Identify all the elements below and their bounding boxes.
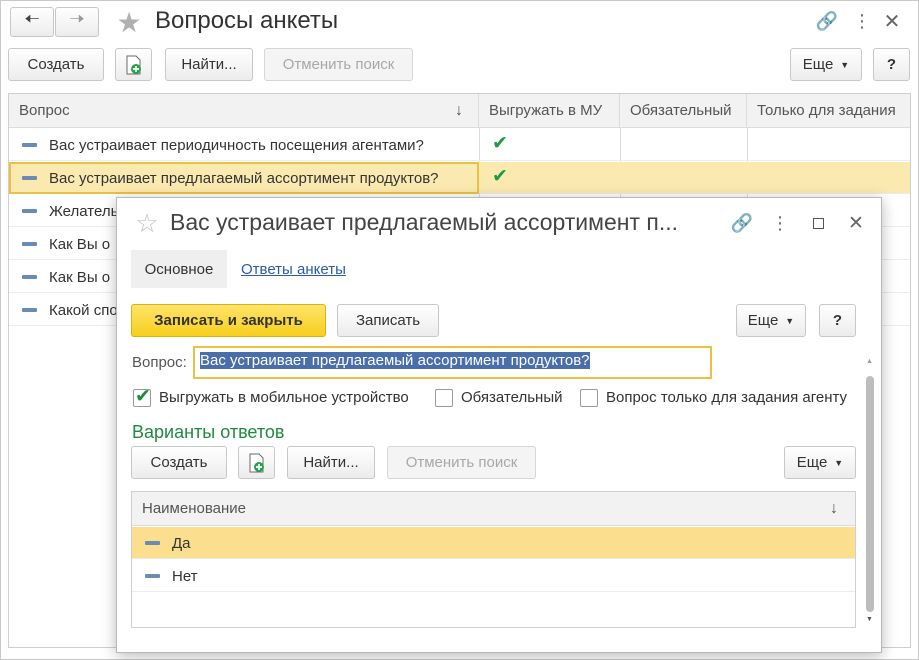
forward-button[interactable]: 🠢: [55, 7, 99, 37]
question-label: Вопрос:: [132, 354, 187, 371]
close-icon[interactable]: ✕: [879, 8, 905, 34]
agent-only-checkbox[interactable]: [580, 389, 598, 407]
answers-cancel-search-button[interactable]: Отменить поиск: [387, 446, 536, 479]
save-and-close-button[interactable]: Записать и закрыть: [131, 304, 326, 337]
row-text: Да: [172, 534, 191, 552]
scroll-down-icon[interactable]: ▼: [866, 616, 873, 623]
more-button[interactable]: Еще ▼: [790, 48, 862, 81]
scroll-up-icon[interactable]: ▲: [866, 358, 873, 365]
item-icon: [22, 308, 37, 312]
required-checkbox[interactable]: [435, 389, 453, 407]
dialog-title: Вас устраивает предлагаемый ассортимент …: [170, 209, 679, 235]
arrow-left-icon: 🠠: [24, 9, 40, 29]
answers-more-button[interactable]: Еще ▼: [784, 446, 856, 479]
column-header-name[interactable]: Наименование ↓: [132, 492, 855, 525]
add-document-icon: [249, 453, 264, 472]
answers-create-copy-button[interactable]: [238, 446, 275, 479]
scrollbar-thumb[interactable]: [866, 376, 874, 612]
link-icon[interactable]: 🔗: [729, 210, 755, 236]
caret-down-icon: ▼: [834, 457, 844, 468]
question-input[interactable]: Вас устраивает предлагаемый ассортимент …: [193, 346, 712, 379]
more-label: Еще: [802, 56, 834, 73]
create-button[interactable]: Создать: [8, 48, 104, 81]
row-text: Как Вы о: [49, 235, 111, 253]
more-label: Еще: [747, 312, 779, 329]
answers-table: Наименование ↓ Да Нет: [131, 491, 856, 628]
column-header-export[interactable]: Выгружать в МУ: [479, 94, 620, 127]
item-icon: [22, 176, 37, 180]
row-text: Нет: [172, 567, 198, 585]
scrollbar[interactable]: ▲ ▼: [865, 358, 876, 628]
more-vert-icon[interactable]: ⋮: [770, 210, 790, 236]
table-row-selected[interactable]: Вас устраивает предлагаемый ассортимент …: [9, 162, 910, 194]
answers-heading: Варианты ответов: [132, 422, 285, 442]
more-label: Еще: [796, 454, 828, 471]
answers-table-header: Наименование ↓: [132, 492, 855, 526]
row-text: Вас устраивает периодичность посещения а…: [49, 136, 424, 154]
table-header: Вопрос ↓ Выгружать в МУ Обязательный Тол…: [9, 94, 910, 128]
caret-down-icon: ▼: [785, 315, 795, 326]
table-row[interactable]: Нет: [132, 560, 855, 592]
star-icon[interactable]: ★: [113, 6, 145, 38]
cancel-search-button[interactable]: Отменить поиск: [264, 48, 413, 81]
column-header-required[interactable]: Обязательный: [620, 94, 747, 127]
caret-down-icon: ▼: [840, 59, 850, 70]
column-header-task-only[interactable]: Только для задания: [747, 94, 910, 127]
answers-find-button[interactable]: Найти...: [287, 446, 375, 479]
tab-answers[interactable]: Ответы анкеты: [241, 250, 346, 288]
row-text: Как Вы о: [49, 268, 111, 286]
close-icon[interactable]: ✕: [843, 210, 869, 236]
export-mobile-checkbox[interactable]: ✔: [133, 386, 151, 407]
column-label: Выгружать в МУ: [489, 102, 603, 119]
star-icon[interactable]: ☆: [132, 208, 162, 238]
item-icon: [145, 574, 160, 578]
more-vert-icon[interactable]: ⋮: [852, 8, 872, 34]
help-button[interactable]: ?: [819, 304, 856, 337]
table-row[interactable]: Вас устраивает периодичность посещения а…: [9, 129, 910, 161]
column-label: Вопрос: [19, 102, 70, 119]
maximize-icon[interactable]: [805, 210, 831, 236]
row-text: Вас устраивает предлагаемый ассортимент …: [49, 169, 439, 187]
add-document-icon: [126, 55, 141, 74]
tab-main[interactable]: Основное: [131, 250, 227, 288]
question-dialog: ☆ Вас устраивает предлагаемый ассортимен…: [116, 197, 882, 653]
agent-only-label: Вопрос только для задания агенту: [606, 389, 848, 406]
page-title: Вопросы анкеты: [155, 7, 339, 34]
back-button[interactable]: 🠠: [10, 7, 54, 37]
help-button[interactable]: ?: [873, 48, 910, 81]
row-text: Какой спо: [49, 301, 118, 319]
link-icon[interactable]: 🔗: [814, 8, 840, 34]
find-button[interactable]: Найти...: [165, 48, 253, 81]
checkmark-icon: ✔: [135, 386, 151, 407]
table-row-selected[interactable]: Да: [132, 527, 855, 559]
column-label: Только для задания: [757, 102, 896, 119]
column-label: Наименование: [142, 500, 246, 517]
item-icon: [22, 143, 37, 147]
checkmark-icon: ✔: [492, 166, 508, 187]
create-copy-button[interactable]: [115, 48, 152, 81]
item-icon: [22, 275, 37, 279]
checkmark-icon: ✔: [492, 133, 508, 154]
more-button[interactable]: Еще ▼: [736, 304, 806, 337]
item-icon: [145, 541, 160, 545]
sort-down-icon: ↓: [830, 499, 838, 517]
column-label: Обязательный: [630, 102, 732, 119]
row-text: Желатель: [49, 202, 119, 220]
column-header-question[interactable]: Вопрос ↓: [9, 94, 479, 127]
item-icon: [22, 242, 37, 246]
save-button[interactable]: Записать: [337, 304, 439, 337]
answers-create-button[interactable]: Создать: [131, 446, 227, 479]
required-label: Обязательный: [461, 389, 563, 406]
sort-down-icon: ↓: [455, 101, 463, 119]
export-mobile-label: Выгружать в мобильное устройство: [159, 389, 409, 406]
item-icon: [22, 209, 37, 213]
arrow-right-icon: 🠢: [69, 9, 85, 29]
question-value: Вас устраивает предлагаемый ассортимент …: [200, 352, 590, 369]
